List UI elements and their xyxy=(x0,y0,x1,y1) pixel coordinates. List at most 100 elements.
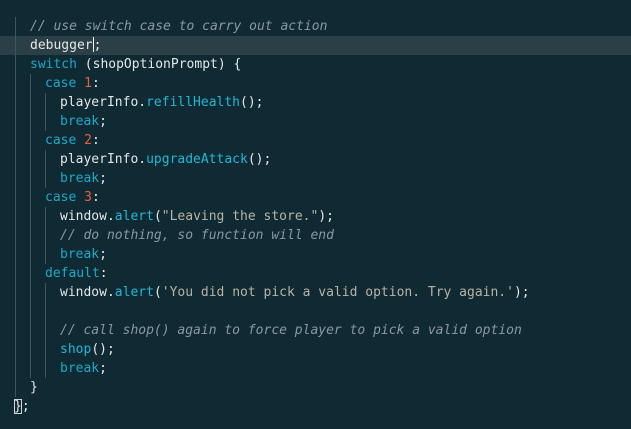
object-name: playerInfo. xyxy=(60,95,147,110)
indent-guide xyxy=(15,245,16,264)
closing-brace: } xyxy=(30,380,38,395)
code-line-12[interactable]: // do nothing, so function will end xyxy=(0,226,631,245)
code-line-9[interactable]: break; xyxy=(0,169,631,188)
code-line-3[interactable]: switch (shopOptionPrompt) { xyxy=(0,55,631,74)
indent-guide xyxy=(30,302,31,321)
code-line-14[interactable]: default: xyxy=(0,264,631,283)
code-line-18[interactable]: shop(); xyxy=(0,340,631,359)
indent-guide xyxy=(45,340,46,359)
indent-guide xyxy=(45,93,46,112)
open-paren: ( xyxy=(153,285,162,300)
indent-guide xyxy=(45,302,46,321)
indent-guide xyxy=(45,207,46,226)
break-keyword: break xyxy=(60,247,100,262)
case-value: 3 xyxy=(84,190,92,205)
indent-guide xyxy=(15,131,16,150)
code-line-17[interactable]: // call shop() again to force player to … xyxy=(0,321,631,340)
code-line-15[interactable]: window.alert('You did not pick a valid o… xyxy=(0,283,631,302)
close-paren: ); xyxy=(318,209,334,224)
indent-guide xyxy=(45,283,46,302)
comment: // call shop() again to force player to … xyxy=(60,323,522,338)
code-line-5[interactable]: playerInfo.refillHealth(); xyxy=(0,93,631,112)
indent-guide xyxy=(45,245,46,264)
call-parens: (); xyxy=(91,342,115,357)
indent-guide xyxy=(45,169,46,188)
code-line-2-current[interactable]: debugger; xyxy=(0,36,631,55)
code-editor[interactable]: // use switch case to carry out action d… xyxy=(0,0,631,429)
break-keyword: break xyxy=(60,114,100,129)
indent-guide xyxy=(30,74,31,93)
code-line-20[interactable]: } xyxy=(0,378,631,397)
code-line-1[interactable]: // use switch case to carry out action xyxy=(0,17,631,36)
colon: : xyxy=(99,266,108,281)
object-name: window. xyxy=(60,285,115,300)
indent-guide xyxy=(15,321,16,340)
semicolon: ; xyxy=(99,247,107,262)
call-parens: (); xyxy=(247,152,272,167)
code-line-16-empty[interactable] xyxy=(0,302,631,321)
case-keyword: case xyxy=(45,76,85,91)
code-line-21[interactable]: }; xyxy=(0,397,631,416)
indent-guide xyxy=(15,55,16,74)
indent-guide xyxy=(15,112,16,131)
open-paren: ( xyxy=(153,209,162,224)
indent-guide xyxy=(30,340,31,359)
indent-guide xyxy=(45,226,46,245)
semicolon: ; xyxy=(93,38,102,53)
indent-guide xyxy=(15,340,16,359)
code-line-11[interactable]: window.alert("Leaving the store."); xyxy=(0,207,631,226)
object-name: playerInfo. xyxy=(60,152,147,167)
string-literal: 'You did not pick a valid option. Try ag… xyxy=(161,285,514,300)
code-line-8[interactable]: playerInfo.upgradeAttack(); xyxy=(0,150,631,169)
colon: : xyxy=(91,190,100,205)
switch-keyword: switch xyxy=(30,57,77,72)
close-paren: ); xyxy=(513,285,530,300)
indent-guide xyxy=(15,226,16,245)
indent-guide xyxy=(15,207,16,226)
indent-guide xyxy=(45,321,46,340)
indent-guide xyxy=(30,112,31,131)
indent-guide xyxy=(15,150,16,169)
indent-guide xyxy=(15,283,16,302)
indent-guide xyxy=(15,36,16,55)
colon: : xyxy=(91,133,100,148)
case-keyword: case xyxy=(45,190,85,205)
code-line-7[interactable]: case 2: xyxy=(0,131,631,150)
indent-guide xyxy=(15,302,16,321)
comment: // do nothing, so function will end xyxy=(60,228,334,243)
semicolon: ; xyxy=(21,399,30,414)
case-value: 1 xyxy=(84,76,92,91)
indent-guide xyxy=(30,188,31,207)
indent-guide xyxy=(15,169,16,188)
call-parens: (); xyxy=(240,95,264,110)
semicolon: ; xyxy=(99,114,107,129)
case-value: 2 xyxy=(84,133,92,148)
indent-guide xyxy=(30,283,31,302)
indent-guide xyxy=(15,378,16,397)
indent-guide xyxy=(15,17,16,36)
method-name: refillHealth xyxy=(146,95,241,110)
indent-guide xyxy=(30,150,31,169)
code-line-10[interactable]: case 3: xyxy=(0,188,631,207)
code-line-6[interactable]: break; xyxy=(0,112,631,131)
indent-guide xyxy=(30,169,31,188)
indent-guide xyxy=(15,188,16,207)
indent-guide xyxy=(30,359,31,378)
switch-expression: (shopOptionPrompt) { xyxy=(76,57,242,72)
string-literal: "Leaving the store." xyxy=(161,209,319,224)
indent-guide xyxy=(30,264,31,283)
code-line-4[interactable]: case 1: xyxy=(0,74,631,93)
code-area[interactable]: // use switch case to carry out action d… xyxy=(0,17,631,416)
method-name: upgradeAttack xyxy=(146,152,248,167)
case-keyword: case xyxy=(45,133,85,148)
break-keyword: break xyxy=(60,171,100,186)
code-line-19[interactable]: break; xyxy=(0,359,631,378)
indent-guide xyxy=(45,359,46,378)
indent-guide xyxy=(15,359,16,378)
semicolon: ; xyxy=(99,171,107,186)
indent-guide xyxy=(15,74,16,93)
matched-bracket: } xyxy=(14,399,22,414)
indent-guide xyxy=(30,131,31,150)
code-line-13[interactable]: break; xyxy=(0,245,631,264)
semicolon: ; xyxy=(99,361,107,376)
